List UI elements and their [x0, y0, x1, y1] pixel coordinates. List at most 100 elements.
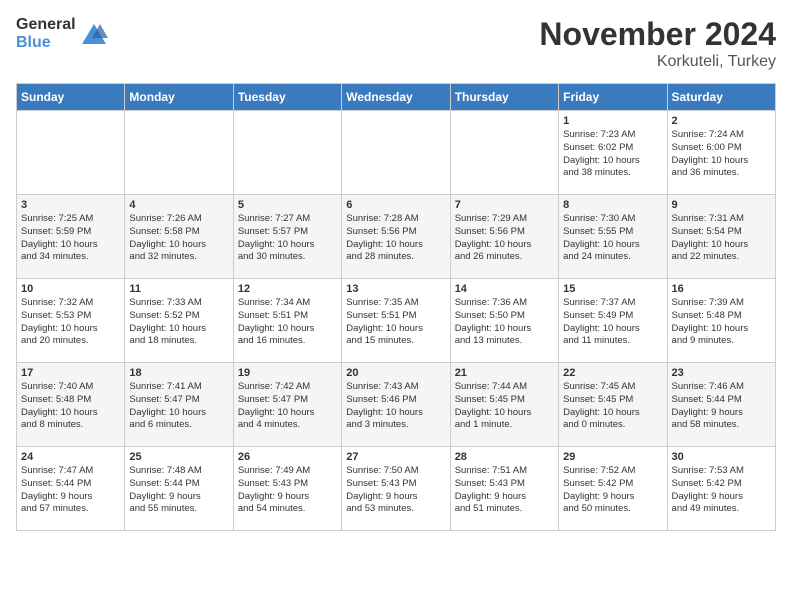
calendar-week-row: 17 Sunrise: 7:40 AM Sunset: 5:48 PM Dayli…	[17, 363, 776, 447]
calendar-cell: 13 Sunrise: 7:35 AM Sunset: 5:51 PM Dayli…	[342, 279, 450, 363]
day-number: 10	[21, 283, 120, 295]
day-info: Sunrise: 7:46 AM Sunset: 5:44 PM Dayligh…	[672, 381, 771, 432]
column-header-thursday: Thursday	[450, 84, 558, 111]
day-number: 6	[346, 199, 445, 211]
calendar-cell: 6 Sunrise: 7:28 AM Sunset: 5:56 PM Daylig…	[342, 195, 450, 279]
day-info: Sunrise: 7:25 AM Sunset: 5:59 PM Dayligh…	[21, 213, 120, 264]
day-number: 7	[455, 199, 554, 211]
page-header: General Blue November 2024 Korkuteli, Tu…	[16, 16, 776, 71]
day-info: Sunrise: 7:35 AM Sunset: 5:51 PM Dayligh…	[346, 297, 445, 348]
day-info: Sunrise: 7:52 AM Sunset: 5:42 PM Dayligh…	[563, 465, 662, 516]
calendar-cell: 3 Sunrise: 7:25 AM Sunset: 5:59 PM Daylig…	[17, 195, 125, 279]
logo-general-text: General	[16, 16, 76, 34]
column-header-wednesday: Wednesday	[342, 84, 450, 111]
column-header-saturday: Saturday	[667, 84, 775, 111]
calendar-cell: 27 Sunrise: 7:50 AM Sunset: 5:43 PM Dayli…	[342, 447, 450, 531]
calendar-week-row: 3 Sunrise: 7:25 AM Sunset: 5:59 PM Daylig…	[17, 195, 776, 279]
calendar-cell	[17, 111, 125, 195]
calendar-cell: 25 Sunrise: 7:48 AM Sunset: 5:44 PM Dayli…	[125, 447, 233, 531]
calendar-cell: 20 Sunrise: 7:43 AM Sunset: 5:46 PM Dayli…	[342, 363, 450, 447]
calendar-cell: 5 Sunrise: 7:27 AM Sunset: 5:57 PM Daylig…	[233, 195, 341, 279]
day-number: 22	[563, 367, 662, 379]
day-number: 18	[129, 367, 228, 379]
calendar-cell: 22 Sunrise: 7:45 AM Sunset: 5:45 PM Dayli…	[559, 363, 667, 447]
day-number: 2	[672, 115, 771, 127]
day-number: 3	[21, 199, 120, 211]
day-number: 15	[563, 283, 662, 295]
day-number: 20	[346, 367, 445, 379]
calendar-table: SundayMondayTuesdayWednesdayThursdayFrid…	[16, 83, 776, 531]
day-info: Sunrise: 7:40 AM Sunset: 5:48 PM Dayligh…	[21, 381, 120, 432]
day-info: Sunrise: 7:37 AM Sunset: 5:49 PM Dayligh…	[563, 297, 662, 348]
month-title: November 2024	[539, 16, 776, 53]
column-header-sunday: Sunday	[17, 84, 125, 111]
day-info: Sunrise: 7:49 AM Sunset: 5:43 PM Dayligh…	[238, 465, 337, 516]
day-info: Sunrise: 7:34 AM Sunset: 5:51 PM Dayligh…	[238, 297, 337, 348]
calendar-cell: 16 Sunrise: 7:39 AM Sunset: 5:48 PM Dayli…	[667, 279, 775, 363]
day-info: Sunrise: 7:47 AM Sunset: 5:44 PM Dayligh…	[21, 465, 120, 516]
day-info: Sunrise: 7:42 AM Sunset: 5:47 PM Dayligh…	[238, 381, 337, 432]
day-info: Sunrise: 7:28 AM Sunset: 5:56 PM Dayligh…	[346, 213, 445, 264]
day-info: Sunrise: 7:30 AM Sunset: 5:55 PM Dayligh…	[563, 213, 662, 264]
calendar-cell: 30 Sunrise: 7:53 AM Sunset: 5:42 PM Dayli…	[667, 447, 775, 531]
calendar-cell: 8 Sunrise: 7:30 AM Sunset: 5:55 PM Daylig…	[559, 195, 667, 279]
logo: General Blue	[16, 16, 108, 51]
day-number: 30	[672, 451, 771, 463]
day-number: 21	[455, 367, 554, 379]
day-info: Sunrise: 7:31 AM Sunset: 5:54 PM Dayligh…	[672, 213, 771, 264]
calendar-cell: 10 Sunrise: 7:32 AM Sunset: 5:53 PM Dayli…	[17, 279, 125, 363]
calendar-cell	[450, 111, 558, 195]
calendar-cell: 29Sunrise: 7:52 AM Sunset: 5:42 PM Dayli…	[559, 447, 667, 531]
location: Korkuteli, Turkey	[539, 53, 776, 71]
calendar-cell: 4Sunrise: 7:26 AM Sunset: 5:58 PM Daylig…	[125, 195, 233, 279]
day-info: Sunrise: 7:50 AM Sunset: 5:43 PM Dayligh…	[346, 465, 445, 516]
calendar-cell: 18 Sunrise: 7:41 AM Sunset: 5:47 PM Dayli…	[125, 363, 233, 447]
calendar-cell: 28Sunrise: 7:51 AM Sunset: 5:43 PM Dayli…	[450, 447, 558, 531]
day-number: 4	[129, 199, 228, 211]
day-number: 27	[346, 451, 445, 463]
calendar-cell: 24 Sunrise: 7:47 AM Sunset: 5:44 PM Dayli…	[17, 447, 125, 531]
day-info: Sunrise: 7:41 AM Sunset: 5:47 PM Dayligh…	[129, 381, 228, 432]
calendar-cell	[233, 111, 341, 195]
calendar-cell: 19 Sunrise: 7:42 AM Sunset: 5:47 PM Dayli…	[233, 363, 341, 447]
day-info: Sunrise: 7:39 AM Sunset: 5:48 PM Dayligh…	[672, 297, 771, 348]
column-header-tuesday: Tuesday	[233, 84, 341, 111]
calendar-cell: 9 Sunrise: 7:31 AM Sunset: 5:54 PM Daylig…	[667, 195, 775, 279]
day-info: Sunrise: 7:45 AM Sunset: 5:45 PM Dayligh…	[563, 381, 662, 432]
day-number: 9	[672, 199, 771, 211]
calendar-cell: 11Sunrise: 7:33 AM Sunset: 5:52 PM Dayli…	[125, 279, 233, 363]
day-number: 19	[238, 367, 337, 379]
day-info: Sunrise: 7:27 AM Sunset: 5:57 PM Dayligh…	[238, 213, 337, 264]
calendar-week-row: 10 Sunrise: 7:32 AM Sunset: 5:53 PM Dayli…	[17, 279, 776, 363]
calendar-cell: 23Sunrise: 7:46 AM Sunset: 5:44 PM Dayli…	[667, 363, 775, 447]
calendar-cell: 1Sunrise: 7:23 AM Sunset: 6:02 PM Daylig…	[559, 111, 667, 195]
calendar-week-row: 1Sunrise: 7:23 AM Sunset: 6:02 PM Daylig…	[17, 111, 776, 195]
logo-blue-text: Blue	[16, 34, 76, 52]
day-number: 5	[238, 199, 337, 211]
day-number: 24	[21, 451, 120, 463]
day-info: Sunrise: 7:43 AM Sunset: 5:46 PM Dayligh…	[346, 381, 445, 432]
calendar-cell: 17 Sunrise: 7:40 AM Sunset: 5:48 PM Dayli…	[17, 363, 125, 447]
day-info: Sunrise: 7:53 AM Sunset: 5:42 PM Dayligh…	[672, 465, 771, 516]
calendar-cell: 12Sunrise: 7:34 AM Sunset: 5:51 PM Dayli…	[233, 279, 341, 363]
day-number: 17	[21, 367, 120, 379]
day-number: 13	[346, 283, 445, 295]
day-number: 8	[563, 199, 662, 211]
column-header-monday: Monday	[125, 84, 233, 111]
day-info: Sunrise: 7:23 AM Sunset: 6:02 PM Dayligh…	[563, 129, 662, 180]
day-number: 25	[129, 451, 228, 463]
calendar-cell: 2Sunrise: 7:24 AM Sunset: 6:00 PM Daylig…	[667, 111, 775, 195]
day-number: 14	[455, 283, 554, 295]
calendar-cell: 15 Sunrise: 7:37 AM Sunset: 5:49 PM Dayli…	[559, 279, 667, 363]
day-info: Sunrise: 7:48 AM Sunset: 5:44 PM Dayligh…	[129, 465, 228, 516]
title-block: November 2024 Korkuteli, Turkey	[539, 16, 776, 71]
day-info: Sunrise: 7:32 AM Sunset: 5:53 PM Dayligh…	[21, 297, 120, 348]
column-header-friday: Friday	[559, 84, 667, 111]
day-info: Sunrise: 7:36 AM Sunset: 5:50 PM Dayligh…	[455, 297, 554, 348]
day-number: 26	[238, 451, 337, 463]
calendar-cell: 26 Sunrise: 7:49 AM Sunset: 5:43 PM Dayli…	[233, 447, 341, 531]
day-info: Sunrise: 7:44 AM Sunset: 5:45 PM Dayligh…	[455, 381, 554, 432]
day-number: 16	[672, 283, 771, 295]
calendar-cell: 7Sunrise: 7:29 AM Sunset: 5:56 PM Daylig…	[450, 195, 558, 279]
day-number: 11	[129, 283, 228, 295]
